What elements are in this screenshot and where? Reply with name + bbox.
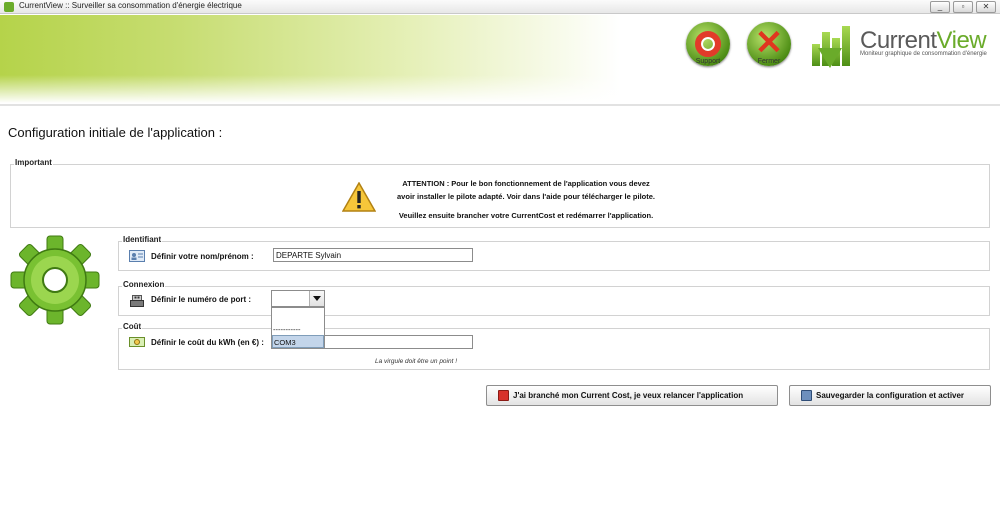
cost-hint: La virgule doit être un point ! bbox=[375, 358, 458, 365]
logo-tagline: Moniteur graphique de consommation d'éne… bbox=[860, 51, 987, 57]
cost-label: Définir le coût du kWh (en €) : bbox=[151, 338, 264, 347]
app-icon bbox=[4, 2, 14, 12]
port-option[interactable] bbox=[272, 310, 324, 323]
maximize-button[interactable]: ▫ bbox=[953, 1, 973, 13]
port-dropdown-list: ----------- COM3 bbox=[271, 307, 325, 349]
warning-icon bbox=[342, 182, 376, 212]
important-group: Important ATTENTION : Pour le bon foncti… bbox=[10, 158, 990, 228]
minimize-button[interactable]: _ bbox=[930, 1, 950, 13]
support-label: Support bbox=[695, 58, 721, 65]
app-window: CurrentView :: Surveiller sa consommatio… bbox=[0, 0, 1000, 530]
important-legend: Important bbox=[14, 158, 53, 167]
close-red-icon bbox=[498, 390, 509, 401]
port-option-selected[interactable]: COM3 bbox=[272, 335, 324, 348]
save-config-button[interactable]: Sauvegarder la configuration et activer bbox=[789, 385, 991, 406]
logo-suffix: View bbox=[936, 27, 987, 54]
title-bar: CurrentView :: Surveiller sa consommatio… bbox=[0, 0, 1000, 14]
port-combobox[interactable] bbox=[271, 290, 325, 307]
port-label: Définir le numéro de port : bbox=[151, 295, 252, 304]
window-title: CurrentView :: Surveiller sa consommatio… bbox=[19, 1, 242, 10]
warning-text: ATTENTION : Pour le bon fonctionnement d… bbox=[381, 177, 671, 222]
usb-plug-icon bbox=[130, 295, 144, 307]
close-window-button[interactable]: ✕ bbox=[976, 1, 996, 13]
logo-prefix: Current bbox=[860, 27, 937, 54]
save-config-label: Sauvegarder la configuration et activer bbox=[816, 391, 965, 400]
name-label: Définir votre nom/prénom : bbox=[151, 252, 254, 261]
restart-app-label: J'ai branché mon Current Cost, je veux r… bbox=[513, 391, 744, 400]
identifiant-group: Identifiant Définir votre nom/prénom : bbox=[118, 235, 990, 271]
identifiant-legend: Identifiant bbox=[122, 235, 163, 244]
warning-line-1: ATTENTION : Pour le bon fonctionnement d… bbox=[402, 179, 650, 188]
page-title: Configuration initiale de l'application … bbox=[8, 125, 223, 140]
user-card-icon bbox=[129, 250, 145, 262]
header-divider bbox=[0, 104, 1000, 106]
warning-line-2: avoir installer le pilote adapté. Voir d… bbox=[397, 192, 655, 201]
gear-icon bbox=[10, 235, 100, 325]
restart-app-button[interactable]: J'ai branché mon Current Cost, je veux r… bbox=[486, 385, 778, 406]
fermer-label: Fermer bbox=[757, 58, 781, 65]
money-icon bbox=[129, 337, 145, 347]
chevron-down-icon[interactable] bbox=[309, 291, 324, 306]
cout-legend: Coût bbox=[122, 322, 143, 331]
logo-bars-icon bbox=[808, 22, 854, 72]
connexion-group: Connexion Définir le numéro de port : bbox=[118, 280, 990, 316]
lifebuoy-icon bbox=[695, 31, 721, 57]
banner-fade bbox=[0, 75, 1000, 103]
warning-line-3: Veuillez ensuite brancher votre CurrentC… bbox=[398, 211, 654, 220]
close-icon: ✕ bbox=[754, 24, 784, 62]
connexion-legend: Connexion bbox=[122, 280, 166, 289]
name-input[interactable] bbox=[273, 248, 473, 262]
cout-group: Coût Définir le coût du kWh (en €) : La … bbox=[118, 322, 990, 370]
save-disk-icon bbox=[801, 390, 812, 401]
